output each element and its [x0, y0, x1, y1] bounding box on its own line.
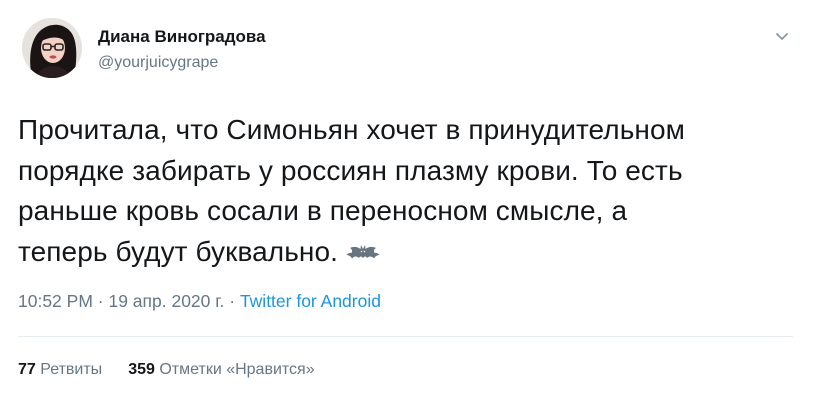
author-handle[interactable]: @yourjuicygrape — [98, 54, 218, 72]
avatar[interactable] — [22, 18, 82, 78]
likes-stat[interactable]: 359 Отметки «Нравится» — [128, 361, 314, 378]
author-name[interactable]: Диана Виноградова — [98, 27, 266, 47]
tweet-source-link[interactable]: Twitter for Android — [240, 291, 381, 311]
meta-separator: · — [224, 291, 240, 311]
chevron-down-icon[interactable] — [772, 26, 792, 46]
tweet-time[interactable]: 10:52 PM — [18, 291, 93, 311]
tweet-text-line: Прочитала, что Симоньян хочет в принудит… — [18, 114, 686, 145]
tweet-text-line: порядке забирать у россиян плазму крови.… — [18, 154, 683, 186]
divider — [18, 336, 793, 337]
retweets-stat[interactable]: 77 Ретвиты — [18, 361, 102, 378]
likes-label: Отметки «Нравится» — [159, 361, 315, 378]
tweet-text: Прочитала, что Симоньян хочет в принудит… — [18, 110, 808, 276]
tweet-meta: 10:52 PM · 19 апр. 2020 г. · Twitter for… — [18, 291, 381, 312]
tweet-date[interactable]: 19 апр. 2020 г. — [108, 291, 224, 311]
retweets-count: 77 — [18, 361, 36, 378]
likes-count: 359 — [128, 361, 155, 378]
tweet-card: Диана Виноградова @yourjuicygrape Прочит… — [0, 0, 822, 400]
retweets-label: Ретвиты — [40, 361, 103, 378]
tweet-text-line: раньше кровь сосали в переносном смысле,… — [18, 195, 628, 226]
bat-emoji-icon — [346, 236, 380, 277]
tweet-text-last: теперь будут буквально. — [18, 235, 339, 267]
meta-separator: · — [92, 291, 109, 311]
tweet-stats: 77 Ретвиты 359 Отметки «Нравится» — [18, 361, 315, 379]
tweet-text-line: теперь будут буквально. — [18, 232, 808, 277]
